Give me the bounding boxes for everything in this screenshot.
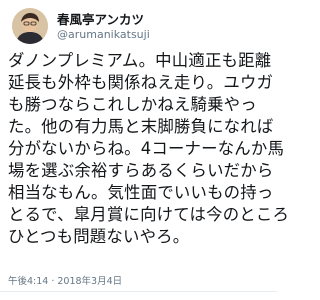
avatar-icon — [12, 8, 48, 44]
tweet-card: 春風亭アンカツ @arumanikatsuji ダノンプレミアム。中山適正も距離… — [0, 0, 290, 300]
tweet-text-line: も勝つならこれしかねえ騎乗やっ — [8, 95, 257, 114]
tweet-time: 午後4:14 — [8, 276, 49, 287]
tweet-text-line: 相当なもん。気性面でいいもの持っ — [8, 183, 274, 202]
tweet-text-line: 場を選ぶ余裕すらあるくらいだから — [8, 161, 274, 180]
tweet-text-line: ダノンプレミアム。中山適正も距離 — [8, 51, 272, 70]
tweet-timestamp[interactable]: 午後4:14 · 2018年3月4日 — [8, 273, 125, 287]
tweet-text-line: 延長も外枠も関係ねえ走り。ユウガ — [8, 73, 274, 92]
tweet-text-line: とるで、皐月賞に向けては今のところ — [8, 205, 290, 224]
tweet-text-line: 分がないからね。4コーナーなんか馬 — [8, 139, 285, 158]
author-names: 春風亭アンカツ @arumanikatsuji — [57, 13, 150, 42]
tweet-text-line: た。他の有力馬と末脚勝負になれば — [8, 117, 274, 136]
avatar[interactable] — [12, 8, 48, 44]
tweet-date: 2018年3月4日 — [57, 276, 123, 287]
tweet-text-line: ひとつも問題ないやろ。 — [8, 227, 190, 246]
tweet-text: ダノンプレミアム。中山適正も距離 延長も外枠も関係ねえ走り。ユウガ も勝つならこ… — [8, 50, 290, 248]
author-handle[interactable]: @arumanikatsuji — [57, 28, 150, 42]
tweet-dot: · — [51, 276, 55, 287]
tweet-header: 春風亭アンカツ @arumanikatsuji — [12, 6, 265, 46]
author-display-name[interactable]: 春風亭アンカツ — [57, 13, 150, 27]
bottom-divider — [0, 291, 277, 292]
